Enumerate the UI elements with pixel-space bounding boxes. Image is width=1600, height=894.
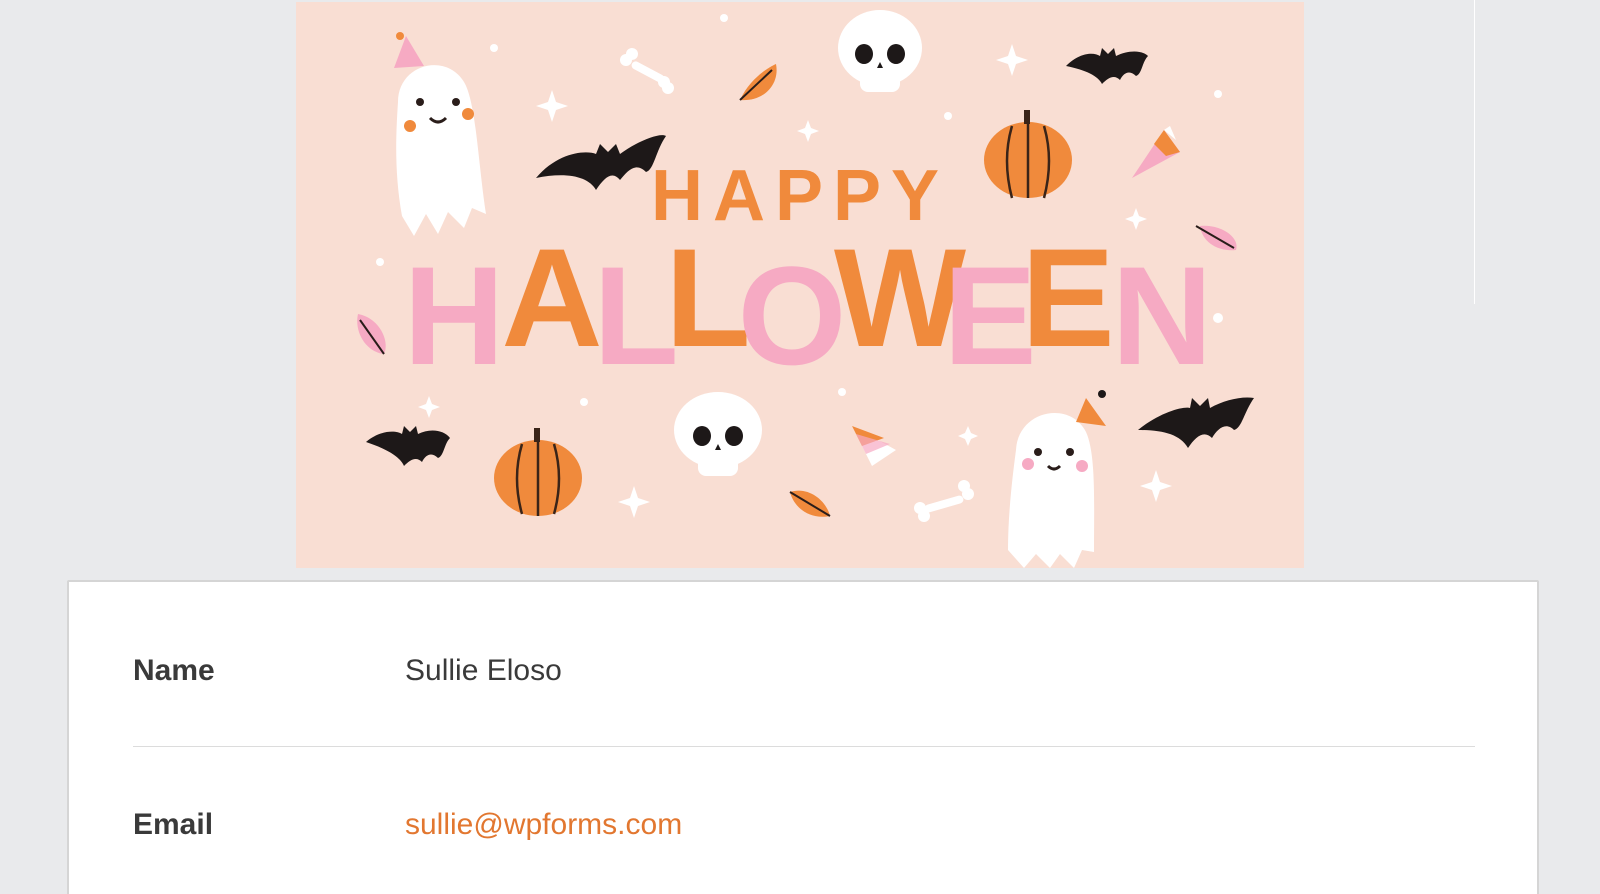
- halloween-banner-image: HAPPY H A L L O W E E N: [296, 2, 1304, 568]
- field-value-name: Sullie Eloso: [405, 654, 562, 687]
- page: HAPPY H A L L O W E E N Name Sullie Elos…: [0, 0, 1600, 894]
- field-label-name: Name: [133, 654, 215, 687]
- banner-letter: E: [1021, 219, 1114, 376]
- email-link[interactable]: sullie@wpforms.com: [405, 808, 682, 842]
- field-label-email: Email: [133, 808, 214, 841]
- banner-letter: N: [1111, 237, 1212, 394]
- banner-halloween-text: H A L L O W E E N: [403, 219, 1212, 394]
- entry-details-card: Name Sullie Eloso Email sullie@wpforms.c…: [67, 580, 1539, 894]
- field-row-email: Email sullie@wpforms.com: [133, 736, 1475, 886]
- banner-letter: O: [738, 237, 847, 394]
- field-row-name: Name Sullie Eloso: [133, 582, 1475, 732]
- side-divider: [1474, 0, 1475, 304]
- banner-letter: H: [403, 237, 504, 394]
- banner-letter: A: [501, 219, 602, 376]
